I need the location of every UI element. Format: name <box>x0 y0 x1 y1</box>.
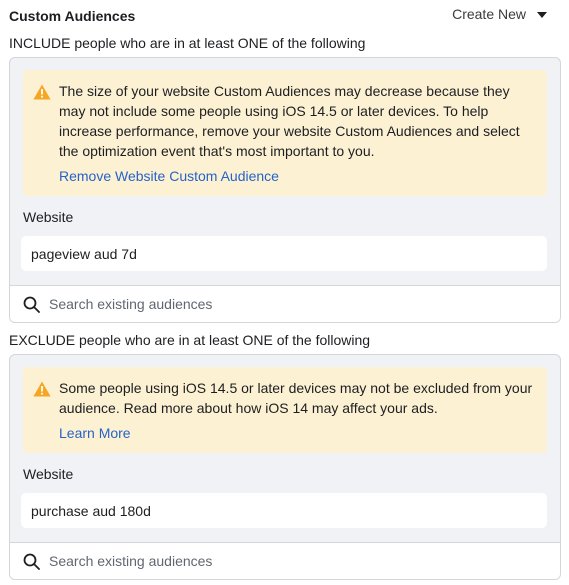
create-new-dropdown[interactable]: Create New <box>452 6 547 22</box>
exclude-audience-name: purchase aud 180d <box>31 503 151 519</box>
warning-icon <box>33 381 51 397</box>
include-warning-banner: The size of your website Custom Audience… <box>23 70 547 196</box>
exclude-warning-text: Some people using iOS 14.5 or later devi… <box>59 380 533 416</box>
include-audience-name: pageview aud 7d <box>31 246 137 262</box>
section-title: Custom Audiences <box>9 8 136 24</box>
include-label: INCLUDE people who are in at least ONE o… <box>9 35 366 51</box>
warning-icon <box>33 84 51 100</box>
search-icon <box>23 296 40 313</box>
caret-down-icon <box>537 11 547 18</box>
learn-more-link[interactable]: Learn More <box>59 425 131 441</box>
exclude-warning-banner: Some people using iOS 14.5 or later devi… <box>23 367 547 453</box>
include-search-placeholder: Search existing audiences <box>49 296 213 312</box>
exclude-audience-chip[interactable]: purchase aud 180d <box>21 493 547 528</box>
exclude-label: EXCLUDE people who are in at least ONE o… <box>9 332 371 348</box>
include-warning-text: The size of your website Custom Audience… <box>59 83 520 159</box>
exclude-search-placeholder: Search existing audiences <box>49 553 213 569</box>
search-icon <box>23 553 40 570</box>
custom-audiences-header: Custom Audiences Create New <box>9 6 561 26</box>
include-website-label: Website <box>23 209 74 225</box>
exclude-search-input[interactable]: Search existing audiences <box>10 542 560 579</box>
include-panel: The size of your website Custom Audience… <box>9 57 561 323</box>
exclude-panel: Some people using iOS 14.5 or later devi… <box>9 354 561 580</box>
remove-website-audience-link[interactable]: Remove Website Custom Audience <box>59 168 279 184</box>
include-audience-chip[interactable]: pageview aud 7d <box>21 236 547 271</box>
create-new-label: Create New <box>452 6 526 22</box>
exclude-website-label: Website <box>23 466 74 482</box>
include-search-input[interactable]: Search existing audiences <box>10 285 560 322</box>
